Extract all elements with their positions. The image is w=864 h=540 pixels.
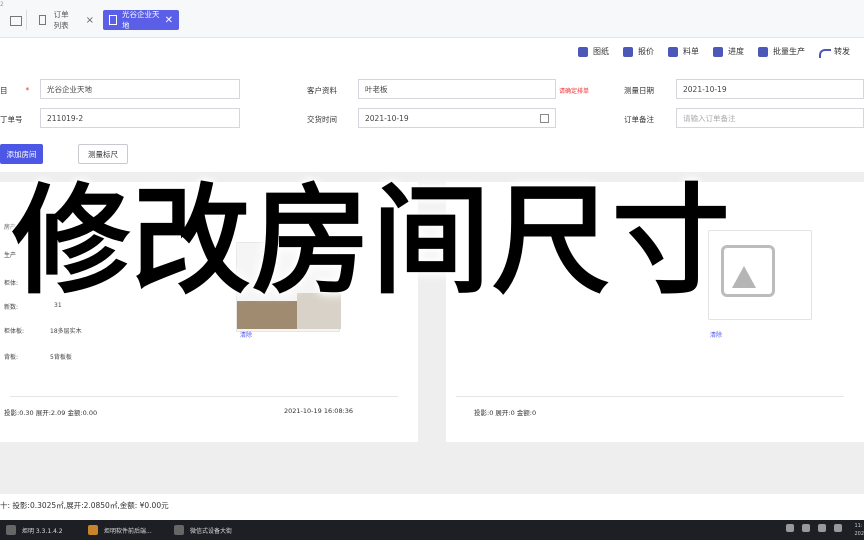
- toolbar-label: 料单: [683, 47, 699, 56]
- card-timestamp: 2021-10-19 16:08:36: [284, 407, 354, 415]
- taskbar-item[interactable]: 炬明软件前后端...: [82, 520, 166, 540]
- toolbar-label: 进度: [728, 47, 744, 56]
- drawing-button[interactable]: 图纸: [578, 46, 609, 57]
- batch-production-button[interactable]: 批量生产: [758, 46, 805, 57]
- quote-icon: [623, 46, 633, 57]
- row-value: 5背板板: [50, 354, 72, 361]
- order-summary: 十: 投影:0.3025㎡,展开:2.0850㎡,金额: ¥0.00元: [0, 501, 169, 510]
- taskbar-label: 炬明软件前后端...: [104, 527, 152, 535]
- forward-icon: [819, 47, 831, 58]
- measure-date-label: 测量日期: [624, 86, 654, 95]
- divider: [10, 396, 398, 397]
- project-label: 目 *: [0, 86, 30, 95]
- customer-label: 客户资料: [307, 86, 337, 95]
- toolbar-label: 转发: [834, 47, 850, 56]
- clear-link[interactable]: 清除: [710, 330, 722, 339]
- tab-order-list[interactable]: 订单列表 ×: [26, 10, 100, 30]
- material-list-icon: [668, 46, 678, 57]
- toolbar-label: 批量生产: [773, 47, 805, 56]
- quote-button[interactable]: 报价: [623, 46, 654, 57]
- tray-icon[interactable]: [802, 524, 810, 532]
- document-icon: [39, 15, 46, 25]
- row-label: 柜体板:: [4, 328, 25, 335]
- customer-field[interactable]: 叶老板: [358, 79, 556, 99]
- add-room-button[interactable]: 添加房间: [0, 144, 43, 164]
- measure-date-field[interactable]: 2021-10-19: [676, 79, 864, 99]
- close-icon[interactable]: ×: [86, 15, 94, 26]
- forward-button[interactable]: 转发: [819, 46, 850, 58]
- close-icon[interactable]: ✕: [165, 15, 173, 26]
- batch-production-icon: [758, 46, 768, 57]
- clear-link[interactable]: 清除: [240, 330, 252, 339]
- taskbar-item[interactable]: 微信式设备大街: [168, 520, 258, 540]
- taskbar: 炬明 3.3.1.4.2 炬明软件前后端... 微信式设备大街 11: 202: [0, 520, 864, 540]
- tab-label: 订单列表: [53, 10, 69, 30]
- project-field[interactable]: 光谷企业天地: [40, 79, 240, 99]
- toolbar: 图纸 报价 料单 进度 批量生产 转发: [578, 46, 850, 58]
- delivery-label: 交货时间: [307, 115, 337, 124]
- card-stats: 投影:0 展开:0 金额:0: [474, 409, 537, 417]
- tray-icon[interactable]: [818, 524, 826, 532]
- drawing-icon: [578, 46, 588, 57]
- taskbar-label: 炬明 3.3.1.4.2: [22, 527, 63, 535]
- required-mark: *: [25, 86, 30, 95]
- window-corner-glyph: 2: [0, 1, 4, 8]
- toolbar-label: 图纸: [593, 47, 609, 56]
- document-icon: [109, 15, 117, 25]
- calendar-icon[interactable]: [540, 114, 549, 123]
- home-icon[interactable]: [10, 16, 22, 26]
- clock[interactable]: 11: 202: [854, 522, 864, 538]
- delivery-date-value: 2021-10-19: [365, 113, 409, 123]
- tab-label: 光谷企业天地: [122, 10, 160, 30]
- progress-icon: [713, 46, 723, 57]
- delivery-date-field[interactable]: 2021-10-19: [358, 108, 556, 128]
- remark-field[interactable]: 请输入订单备注: [676, 108, 864, 128]
- app-icon: [88, 525, 98, 535]
- order-no-label: 丁单号: [0, 115, 23, 124]
- overlay-caption: 修改房间尺寸: [12, 172, 733, 310]
- row-label: 背板:: [4, 354, 19, 361]
- order-no-field[interactable]: 211019-2: [40, 108, 240, 128]
- remark-label: 订单备注: [624, 115, 654, 124]
- progress-button[interactable]: 进度: [713, 46, 744, 57]
- measure-ruler-button[interactable]: 测量标尺: [78, 144, 128, 164]
- tray-icon[interactable]: [786, 524, 794, 532]
- toolbar-label: 报价: [638, 47, 654, 56]
- divider: [456, 396, 844, 397]
- app-icon: [6, 525, 16, 535]
- tab-bar: 2 订单列表 × 光谷企业天地 ✕: [0, 0, 864, 38]
- customer-warning: 请确定排单: [559, 88, 590, 95]
- tray-icon[interactable]: [834, 524, 842, 532]
- material-list-button[interactable]: 料单: [668, 46, 699, 57]
- clock-date: 202: [854, 531, 864, 537]
- row-value: 18多层实木: [50, 328, 82, 335]
- system-tray: [786, 524, 842, 532]
- clock-time: 11:: [854, 523, 863, 529]
- taskbar-item[interactable]: 炬明 3.3.1.4.2: [0, 520, 80, 540]
- card-stats: 投影:0.30 展开:2.09 金额:0.00: [4, 409, 98, 417]
- taskbar-label: 微信式设备大街: [190, 527, 233, 535]
- tab-project[interactable]: 光谷企业天地 ✕: [103, 10, 179, 30]
- app-icon: [174, 525, 184, 535]
